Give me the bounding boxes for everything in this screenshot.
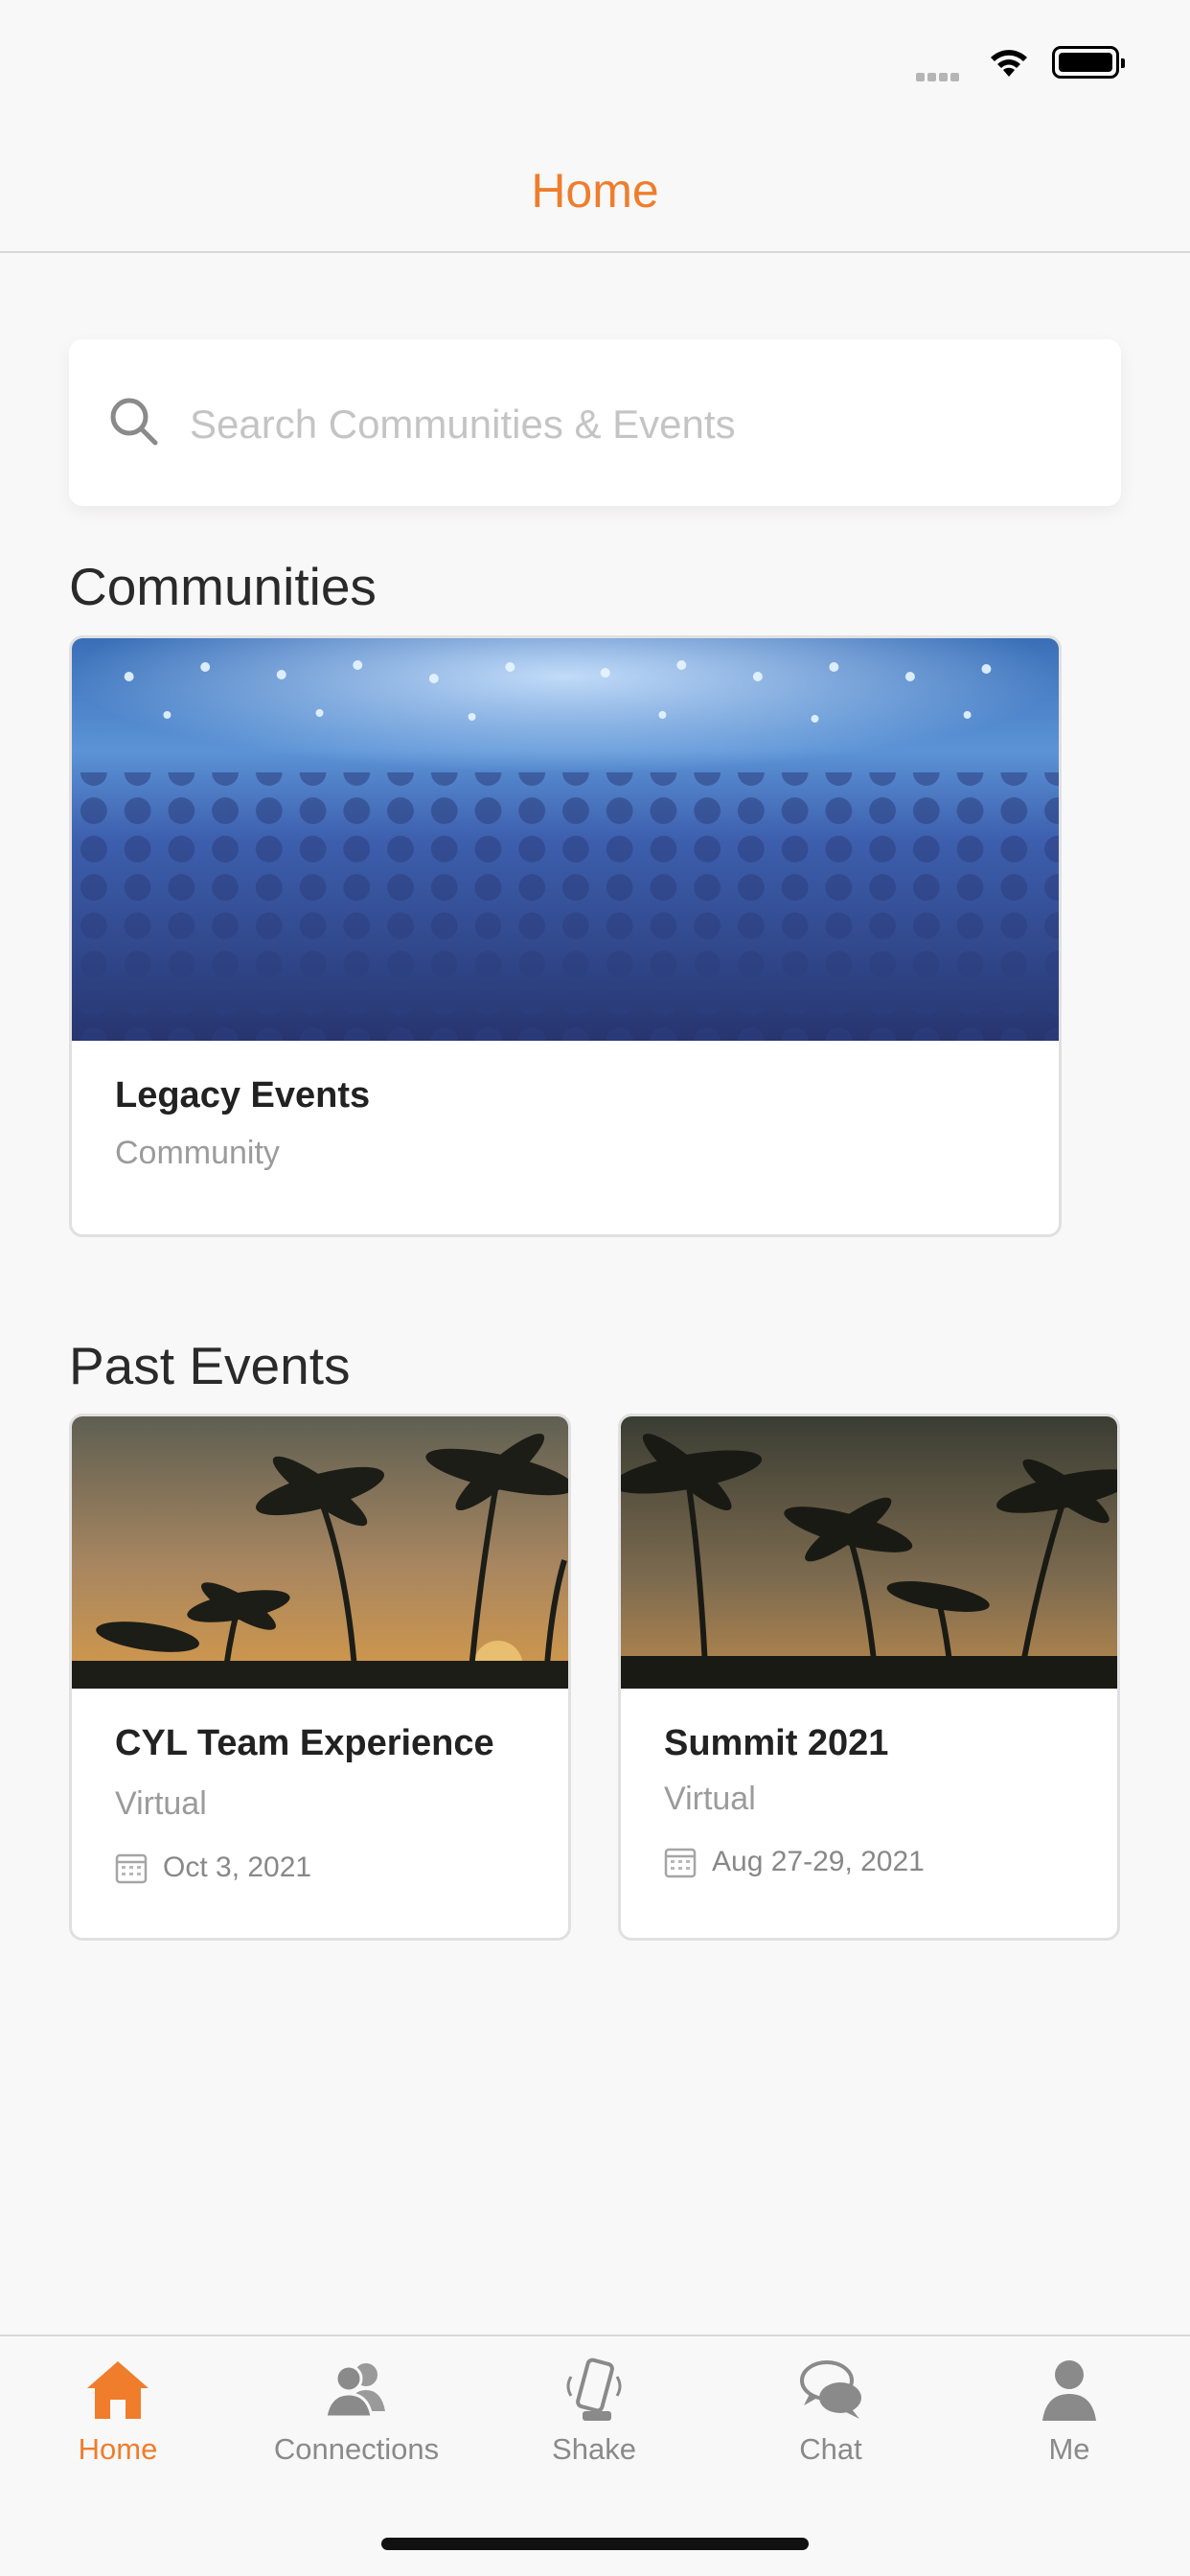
event-date-row: Oct 3, 2021 [115, 1852, 311, 1884]
search-input[interactable] [188, 378, 1092, 472]
community-subtitle: Community [115, 1135, 280, 1171]
home-icon [87, 2361, 149, 2419]
event-date-row: Aug 27-29, 2021 [664, 1846, 925, 1878]
calendar-icon [664, 1848, 697, 1878]
event-cover-image [72, 1416, 568, 1689]
tab-label: Home [78, 2432, 158, 2466]
event-cover-image [621, 1416, 1117, 1689]
community-card-legacy-events[interactable]: Legacy Events Community [69, 635, 1062, 1237]
navigation-header: Home [0, 125, 1190, 253]
battery-icon [1052, 46, 1125, 79]
tab-label: Shake [552, 2432, 636, 2466]
event-date: Aug 27-29, 2021 [712, 1846, 925, 1877]
search-bar[interactable] [69, 339, 1121, 506]
people-icon [324, 2363, 385, 2419]
event-card-summit-2021[interactable]: Summit 2021 Virtual Aug 27-29, 2021 [618, 1414, 1120, 1941]
tab-chat[interactable]: Chat [716, 2356, 946, 2499]
event-title: CYL Team Experience [115, 1723, 494, 1763]
past-events-section-title: Past Events [69, 1336, 351, 1395]
tab-me[interactable]: Me [954, 2356, 1184, 2499]
tab-shake[interactable]: Shake [479, 2356, 709, 2499]
page-title: Home [531, 164, 659, 218]
cellular-signal-icon [916, 69, 962, 86]
person-icon [1042, 2360, 1096, 2421]
chat-bubbles-icon [800, 2360, 861, 2419]
calendar-icon [115, 1853, 148, 1884]
home-indicator[interactable] [381, 2538, 809, 2550]
event-date: Oct 3, 2021 [163, 1852, 312, 1883]
status-bar [0, 0, 1190, 125]
tab-home[interactable]: Home [3, 2356, 233, 2499]
phone-shake-icon [566, 2358, 622, 2421]
community-cover-image [72, 638, 1059, 1041]
event-card-cyl-team-experience[interactable]: CYL Team Experience Virtual Oct 3, 2021 [69, 1414, 571, 1941]
tab-label: Chat [799, 2432, 862, 2466]
event-subtitle: Virtual [115, 1785, 207, 1822]
tab-label: Connections [273, 2432, 440, 2466]
search-icon [110, 398, 158, 446]
wifi-icon [991, 50, 1027, 77]
tab-label: Me [1048, 2432, 1090, 2466]
community-title: Legacy Events [115, 1075, 371, 1116]
tab-connections[interactable]: Connections [241, 2356, 471, 2499]
event-subtitle: Virtual [664, 1781, 756, 1817]
communities-section-title: Communities [69, 557, 377, 616]
event-title: Summit 2021 [664, 1723, 889, 1763]
